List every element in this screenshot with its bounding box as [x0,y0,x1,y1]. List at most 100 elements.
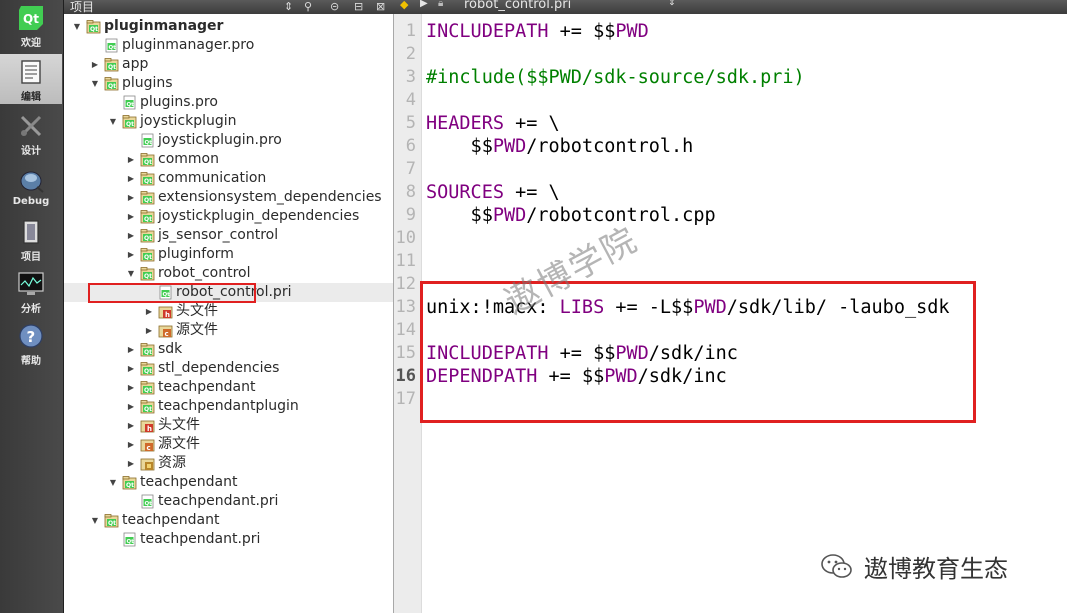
tree-item[interactable]: ▶ h 头文件 [64,302,393,321]
collapse-arrow-icon[interactable]: ▼ [90,511,100,530]
collapse-arrow-icon[interactable]: ▼ [108,473,118,492]
tree-item-label: 源文件 [176,322,218,338]
tree-item[interactable]: Qt pluginmanager.pro [64,36,393,55]
edit-document-icon [17,58,45,86]
collapse-arrow-icon[interactable]: ▼ [90,74,100,93]
mode-button-帮助[interactable]: ? 帮助 [0,318,62,368]
mode-selector-bar: Qt 欢迎 编辑 设计 Debug 项目 分析? 帮助 [0,0,64,613]
tree-item[interactable]: ▶ Qt common [64,150,393,169]
code-line[interactable]: #include($$PWD/sdk-source/sdk.pri) [426,66,805,89]
svg-text:Qt: Qt [144,349,152,356]
tree-item[interactable]: Qt plugins.pro [64,93,393,112]
expand-arrow-icon[interactable]: ▶ [126,340,136,359]
tree-item-label: 头文件 [158,417,200,433]
editor-file-tab[interactable]: robot_control.pri [464,0,571,12]
expand-arrow-icon[interactable]: ▶ [144,302,154,321]
view-selector-chevron-icon[interactable]: ⇕ [284,0,293,14]
svg-text:Qt: Qt [126,482,134,489]
code-line[interactable]: SOURCES += \ [426,181,560,204]
tree-item[interactable]: ▶ Qt js_sensor_control [64,226,393,245]
expand-arrow-icon[interactable]: ▶ [126,169,136,188]
code-text: $$ [426,205,493,226]
folder-project-icon: Qt [140,361,155,376]
debug-bug-icon [17,166,45,194]
link-with-editor-icon[interactable]: ⊝ [330,0,339,14]
tree-item[interactable]: ▶ c 源文件 [64,321,393,340]
tree-item[interactable]: ▶ Qt sdk [64,340,393,359]
expand-arrow-icon[interactable]: ▶ [126,435,136,454]
mode-button-欢迎[interactable]: Qt 欢迎 [0,0,62,50]
code-line[interactable]: HEADERS += \ [426,112,560,135]
collapse-arrow-icon[interactable]: ▼ [72,17,82,36]
tree-item[interactable]: ▶ Qt app [64,55,393,74]
tree-item-label: pluginmanager.pro [122,37,255,53]
svg-text:Qt: Qt [144,216,152,223]
file-dropdown-chevron-icon[interactable]: ⇕ [668,0,676,8]
tree-item[interactable]: ▶ h 头文件 [64,416,393,435]
svg-text:Qt: Qt [90,26,98,33]
source-folder-icon: c [158,323,173,338]
expand-arrow-icon[interactable]: ▶ [126,188,136,207]
tree-item[interactable]: ▶ Qt communication [64,169,393,188]
expand-arrow-icon[interactable]: ▶ [126,207,136,226]
mode-button-项目[interactable]: 项目 [0,214,62,264]
tree-item[interactable]: ▶ Qt stl_dependencies [64,359,393,378]
line-number: 16 [395,366,416,386]
tree-item[interactable]: ▼ Qt plugins [64,74,393,93]
close-panel-icon[interactable]: ⊠ [376,0,385,14]
expand-arrow-icon[interactable]: ▶ [126,226,136,245]
tree-item[interactable]: ▼ Qt teachpendant [64,473,393,492]
mode-button-debug[interactable]: Debug [0,162,62,212]
code-text: /robotcontrol.h [526,136,694,157]
tree-item[interactable]: ▶ Qt pluginform [64,245,393,264]
mode-label: 帮助 [21,356,41,367]
tree-item[interactable]: ▶ Qt extensionsystem_dependencies [64,188,393,207]
source-folder-icon: c [140,437,155,452]
expand-arrow-icon[interactable]: ▶ [126,150,136,169]
collapse-arrow-icon[interactable]: ▼ [108,112,118,131]
expand-arrow-icon[interactable]: ▶ [126,378,136,397]
svg-text:Qt: Qt [127,539,135,545]
tree-item[interactable]: ▼ Qt joystickplugin [64,112,393,131]
mode-button-分析[interactable]: 分析 [0,266,62,316]
split-icon[interactable]: ⊟ [354,0,363,14]
tree-item[interactable]: ▶ Qt teachpendantplugin [64,397,393,416]
tree-item[interactable]: ▼ Qt pluginmanager [64,17,393,36]
tree-item-label: js_sensor_control [158,227,279,243]
navigate-forward-icon[interactable]: ▶ [420,0,428,9]
tree-item-label: teachpendantplugin [158,398,299,414]
code-keyword: INCLUDEPATH [426,21,549,42]
expand-arrow-icon[interactable]: ▶ [126,359,136,378]
navigate-back-icon[interactable]: ◆ [400,0,408,11]
tree-item-label: 头文件 [176,303,218,319]
expand-arrow-icon[interactable]: ▶ [126,416,136,435]
mode-button-设计[interactable]: 设计 [0,108,62,158]
tree-item[interactable]: ▶ Qt teachpendant [64,378,393,397]
code-line[interactable]: $$PWD/robotcontrol.cpp [426,204,716,227]
tree-item[interactable]: ▶ c 源文件 [64,435,393,454]
tree-item[interactable]: ▶ Qt joystickplugin_dependencies [64,207,393,226]
tree-item-label: teachpendant [122,512,220,528]
expand-arrow-icon[interactable]: ▶ [90,55,100,74]
tree-item[interactable]: Qt joystickplugin.pro [64,131,393,150]
tree-item[interactable]: ▶ 资源 [64,454,393,473]
expand-arrow-icon[interactable]: ▶ [126,397,136,416]
tree-item-label: communication [158,170,267,186]
line-number: 3 [405,67,416,87]
lock-icon: 🔒︎ [438,0,444,9]
tree-item[interactable]: ▼ Qt teachpendant [64,511,393,530]
line-number: 14 [395,320,416,340]
pri-file-icon: Qt [122,532,137,547]
expand-arrow-icon[interactable]: ▶ [144,321,154,340]
collapse-arrow-icon[interactable]: ▼ [126,264,136,283]
filter-icon[interactable]: ⚲ [304,0,312,14]
project-icon [17,218,45,246]
expand-arrow-icon[interactable]: ▶ [126,454,136,473]
expand-arrow-icon[interactable]: ▶ [126,245,136,264]
tree-item[interactable]: Qt teachpendant.pri [64,530,393,549]
code-line[interactable]: $$PWD/robotcontrol.h [426,135,694,158]
tree-item[interactable]: Qt teachpendant.pri [64,492,393,511]
mode-button-编辑[interactable]: 编辑 [0,54,62,104]
code-line[interactable]: INCLUDEPATH += $$PWD [426,20,649,43]
tree-item[interactable]: ▼ Qt robot_control [64,264,393,283]
